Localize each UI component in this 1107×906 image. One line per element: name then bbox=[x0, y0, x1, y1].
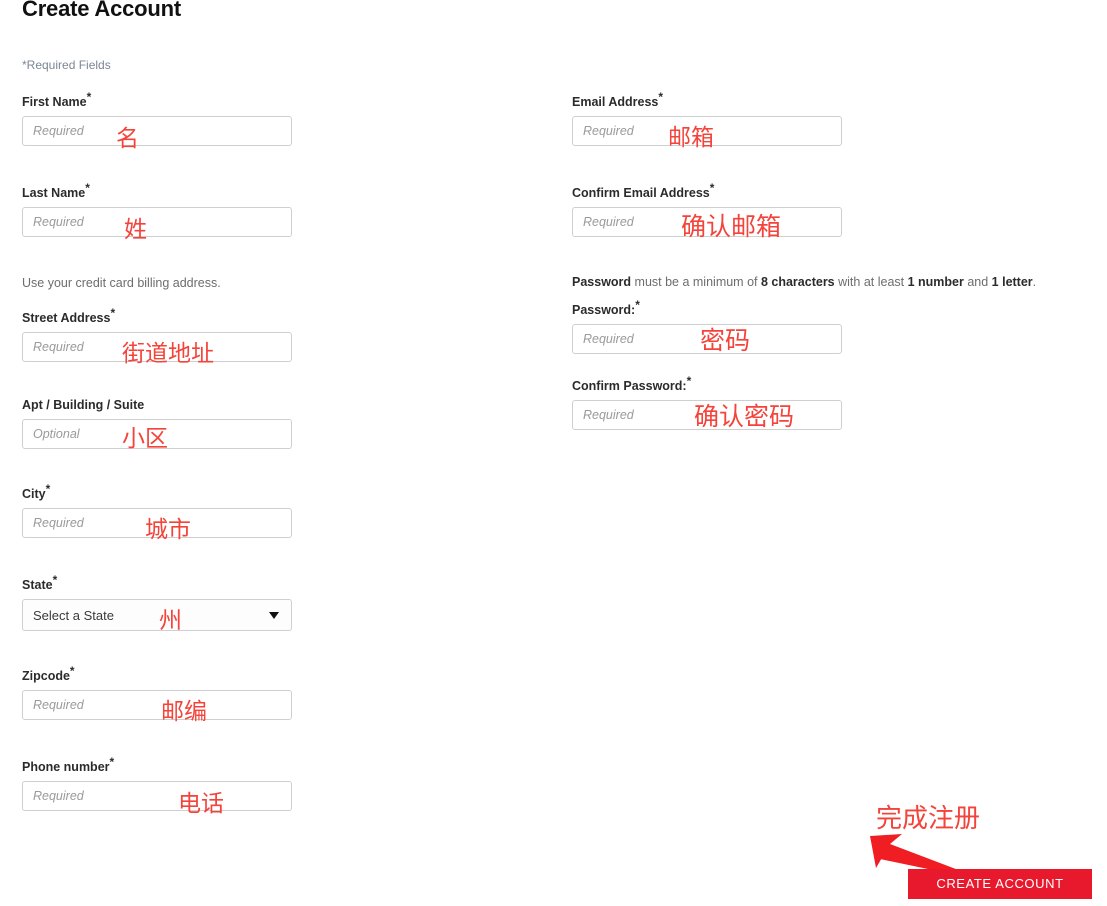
input-confirm-password[interactable]: Required bbox=[572, 400, 842, 430]
input-phone-number[interactable]: Required bbox=[22, 781, 292, 811]
label-apt-building-suite: Apt / Building / Suite bbox=[22, 398, 145, 412]
input-password[interactable]: Required bbox=[572, 324, 842, 354]
field-email-address: Email Address* Required bbox=[572, 89, 842, 146]
field-street-address: Street Address* Required bbox=[22, 305, 292, 362]
input-confirm-email-address[interactable]: Required bbox=[572, 207, 842, 237]
input-zipcode[interactable]: Required bbox=[22, 690, 292, 720]
required-fields-note: *Required Fields bbox=[22, 58, 111, 72]
annotation-create-account: 完成注册 bbox=[876, 804, 981, 834]
input-apt-building-suite[interactable]: Optional bbox=[22, 419, 292, 449]
placeholder-confirm-email-address: Required bbox=[583, 215, 634, 229]
input-email-address[interactable]: Required bbox=[572, 116, 842, 146]
label-confirm-password: Confirm Password:* bbox=[572, 373, 692, 393]
password-requirements-text: Password must be a minimum of 8 characte… bbox=[572, 275, 1036, 289]
select-state[interactable]: Select a State bbox=[22, 599, 292, 631]
pw-rule-part-5: 1 number bbox=[907, 275, 964, 289]
pw-rule-part-2: must be a minimum of bbox=[631, 275, 761, 289]
pw-rule-part-7: 1 letter bbox=[991, 275, 1033, 289]
label-confirm-email-address: Confirm Email Address* bbox=[572, 180, 715, 200]
input-city[interactable]: Required bbox=[22, 508, 292, 538]
placeholder-apt-building-suite: Optional bbox=[33, 427, 80, 441]
pw-rule-part-8: . bbox=[1032, 275, 1037, 289]
field-first-name: First Name* Required bbox=[22, 89, 292, 146]
field-zipcode: Zipcode* Required bbox=[22, 663, 292, 720]
pw-rule-part-6: and bbox=[963, 275, 992, 289]
pw-rule-part-1: Password bbox=[572, 275, 632, 289]
placeholder-first-name: Required bbox=[33, 124, 84, 138]
pw-rule-part-4: with at least bbox=[834, 275, 908, 289]
label-last-name: Last Name* bbox=[22, 180, 90, 200]
field-confirm-email-address: Confirm Email Address* Required bbox=[572, 180, 842, 237]
placeholder-city: Required bbox=[33, 516, 84, 530]
label-phone-number: Phone number* bbox=[22, 754, 115, 774]
field-apt-building-suite: Apt / Building / Suite Optional bbox=[22, 398, 292, 449]
placeholder-zipcode: Required bbox=[33, 698, 84, 712]
placeholder-street-address: Required bbox=[33, 340, 84, 354]
placeholder-confirm-password: Required bbox=[583, 408, 634, 422]
placeholder-phone-number: Required bbox=[33, 789, 84, 803]
field-phone-number: Phone number* Required bbox=[22, 754, 292, 811]
pw-rule-part-3: 8 characters bbox=[760, 275, 835, 289]
create-account-page: Create Account *Required Fields First Na… bbox=[0, 0, 1107, 906]
label-first-name: First Name* bbox=[22, 89, 92, 109]
label-state: State* bbox=[22, 572, 58, 592]
label-city: City* bbox=[22, 481, 51, 501]
input-first-name[interactable]: Required bbox=[22, 116, 292, 146]
create-account-button[interactable]: CREATE ACCOUNT bbox=[908, 869, 1092, 899]
input-street-address[interactable]: Required bbox=[22, 332, 292, 362]
label-street-address: Street Address* bbox=[22, 305, 116, 325]
field-last-name: Last Name* Required bbox=[22, 180, 292, 237]
label-zipcode: Zipcode* bbox=[22, 663, 75, 683]
field-city: City* Required bbox=[22, 481, 292, 538]
page-title: Create Account bbox=[22, 0, 181, 21]
field-password: Password:* Required bbox=[572, 297, 842, 354]
field-confirm-password: Confirm Password:* Required bbox=[572, 373, 842, 430]
select-state-value: Select a State bbox=[33, 607, 114, 623]
placeholder-password: Required bbox=[583, 332, 634, 346]
billing-address-helper: Use your credit card billing address. bbox=[22, 276, 221, 290]
chevron-down-icon bbox=[269, 611, 279, 619]
placeholder-email-address: Required bbox=[583, 124, 634, 138]
input-last-name[interactable]: Required bbox=[22, 207, 292, 237]
field-state: State* Select a State bbox=[22, 572, 292, 631]
placeholder-last-name: Required bbox=[33, 215, 84, 229]
label-password: Password:* bbox=[572, 297, 640, 317]
label-email-address: Email Address* bbox=[572, 89, 664, 109]
